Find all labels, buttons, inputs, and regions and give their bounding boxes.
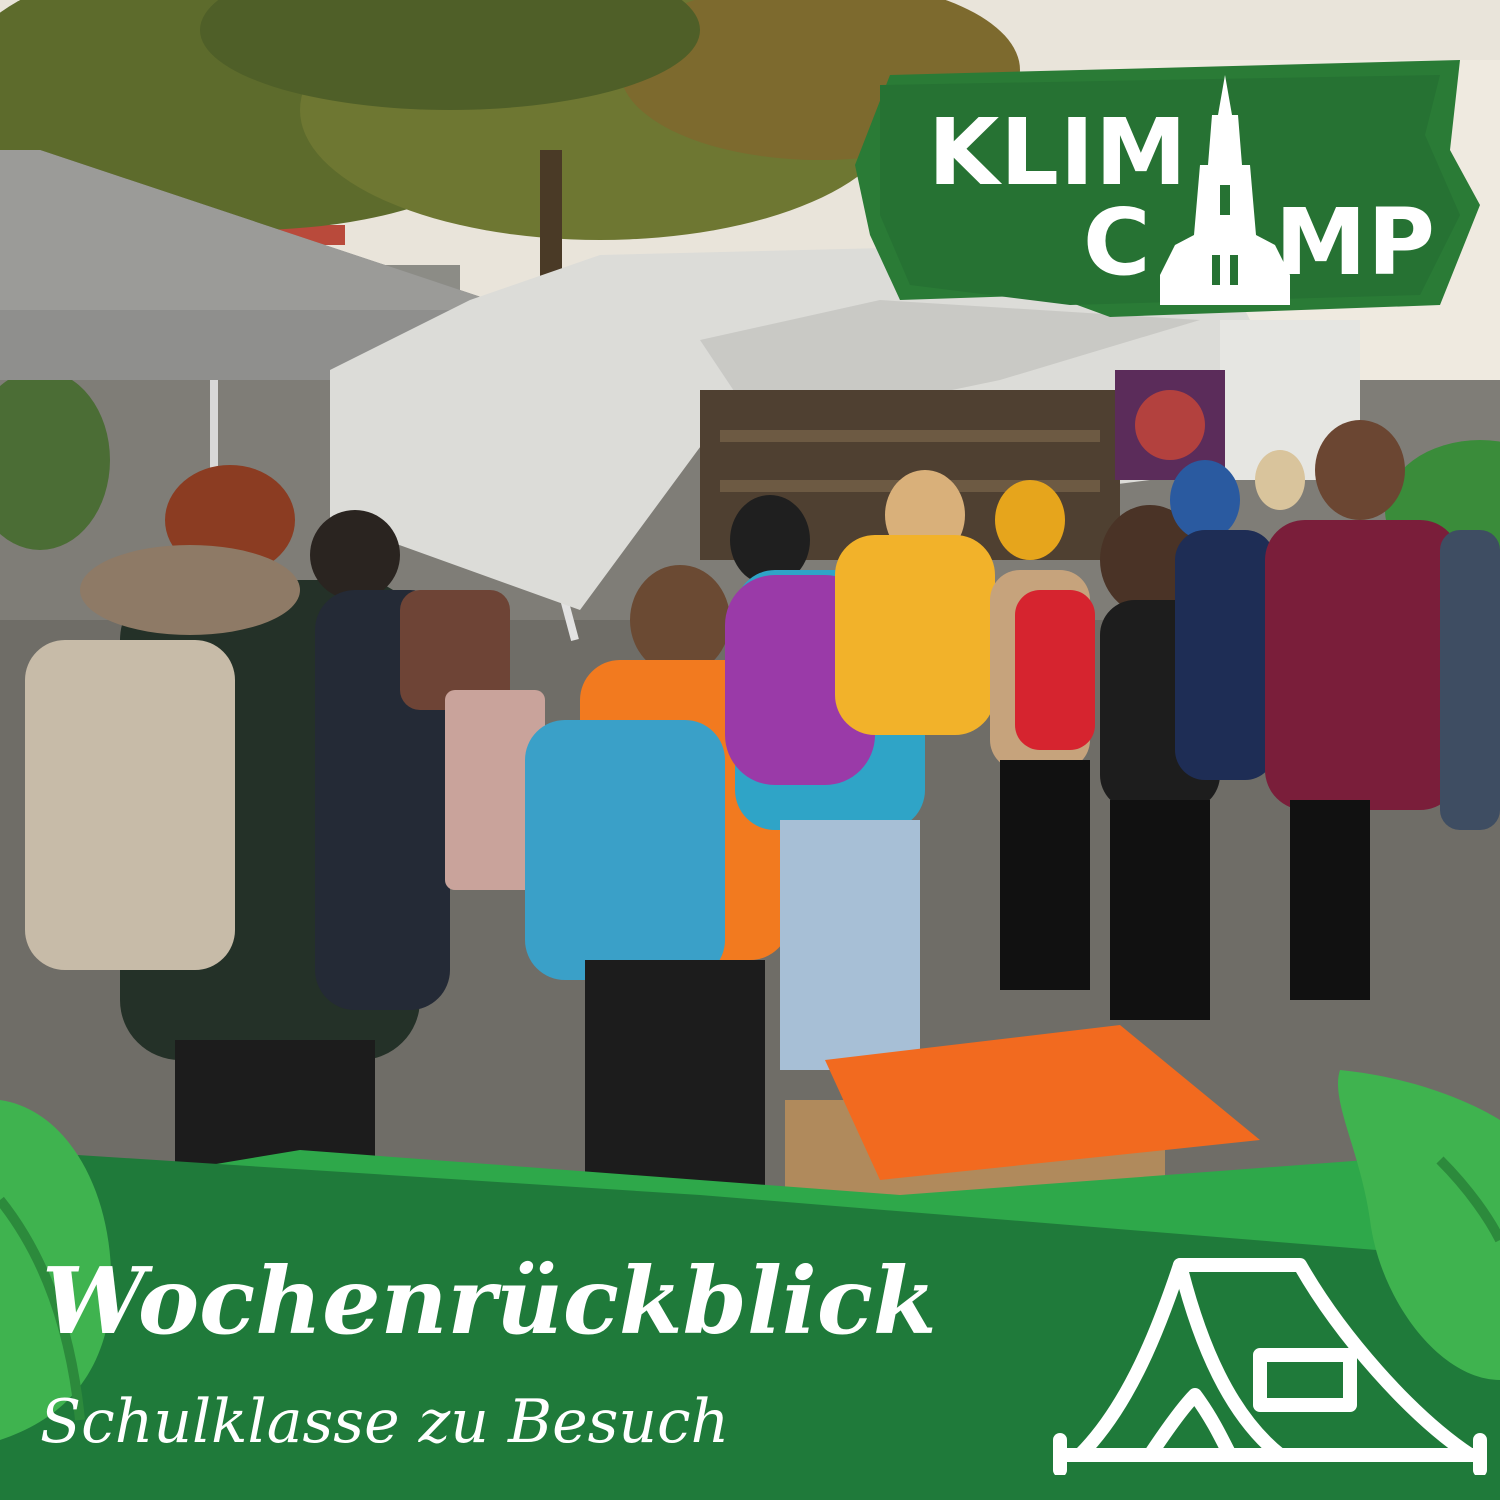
tent-icon <box>1053 1258 1487 1475</box>
logo-line2-left: C <box>1083 189 1152 296</box>
logo-line1: KLIM <box>928 99 1188 206</box>
klimacamp-logo: KLIM C MP <box>850 55 1490 325</box>
banner-subtitle: Schulklasse zu Besuch <box>40 1387 730 1457</box>
cathedral-icon <box>1160 75 1290 305</box>
banner-title: Wochenrückblick <box>42 1247 937 1355</box>
